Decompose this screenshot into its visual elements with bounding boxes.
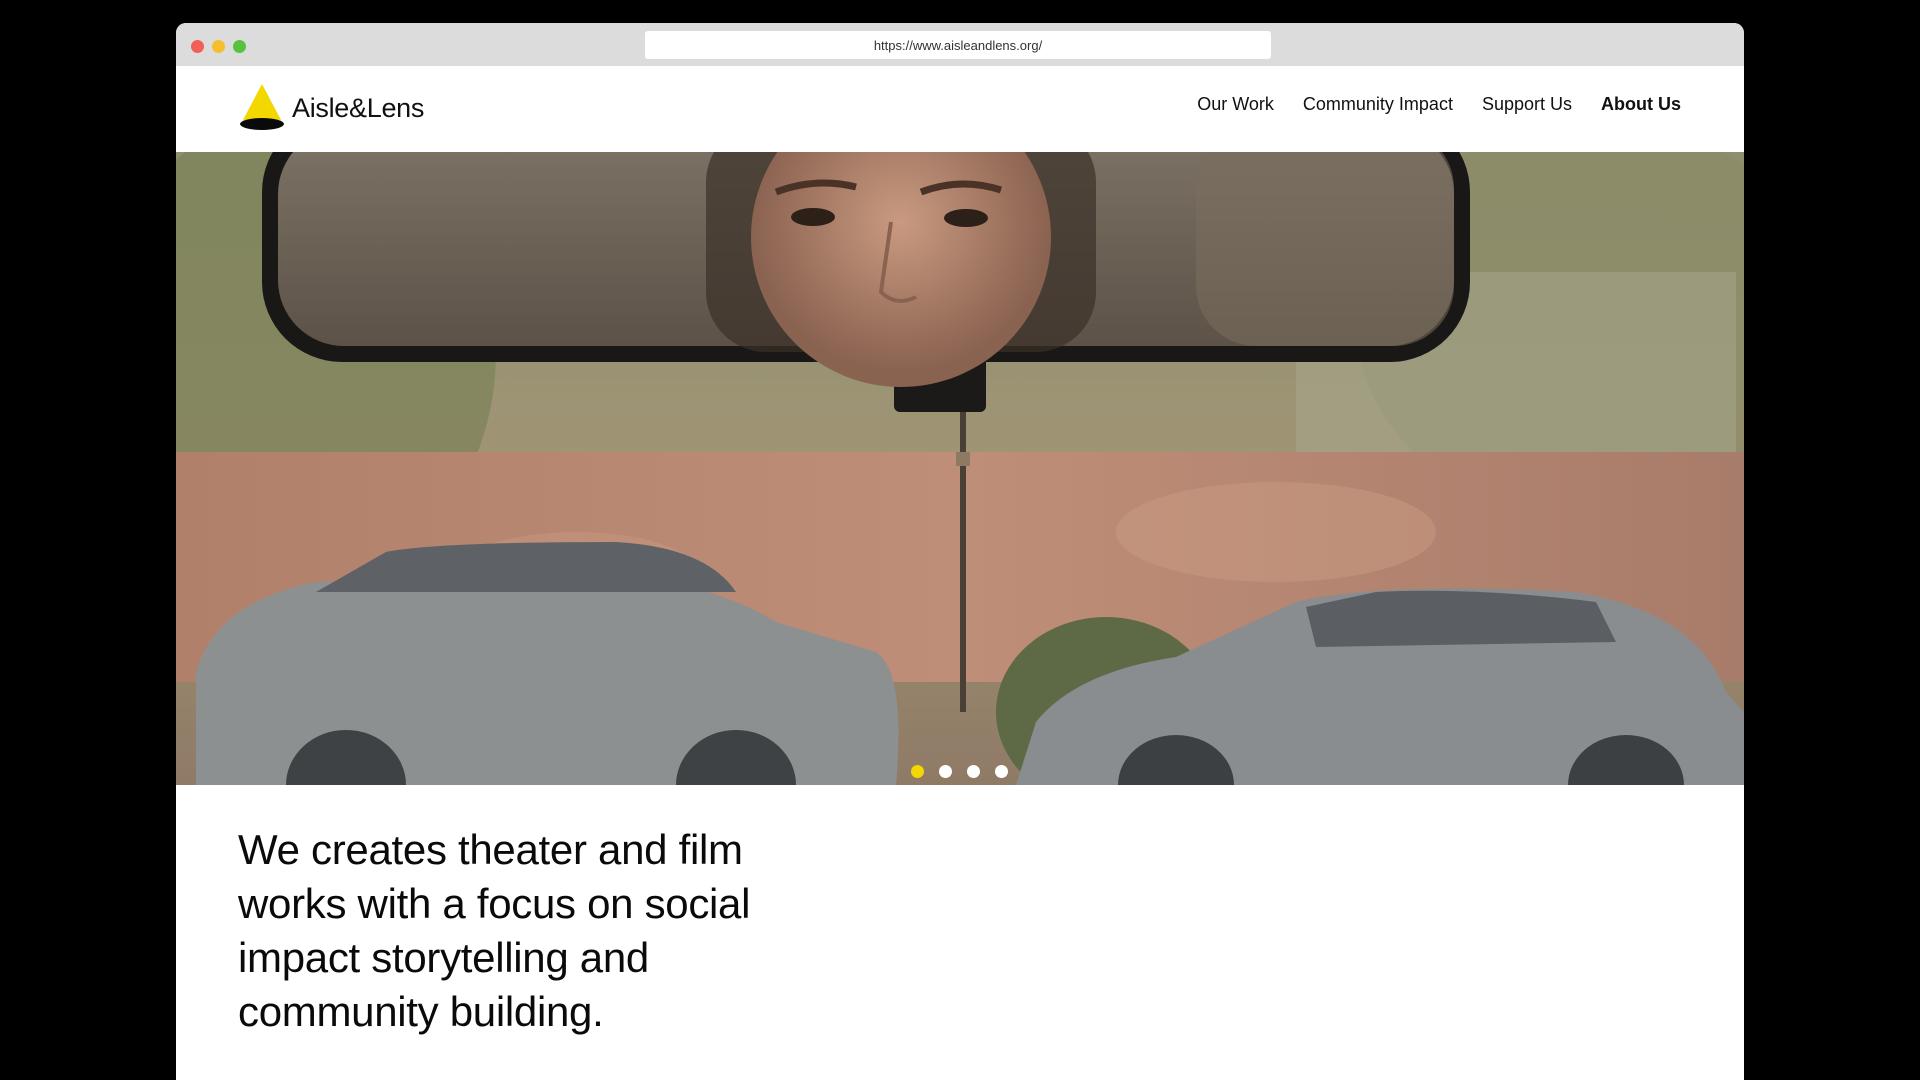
hero-image xyxy=(176,152,1744,785)
carousel-dot-4[interactable] xyxy=(995,765,1008,778)
browser-window: https://www.aisleandlens.org/ Aisle&Lens… xyxy=(176,23,1744,1080)
main-nav: Our Work Community Impact Support Us Abo… xyxy=(1197,94,1681,115)
site-logo[interactable]: Aisle&Lens xyxy=(238,82,424,134)
minimize-window-button[interactable] xyxy=(212,40,225,53)
logo-text: Aisle&Lens xyxy=(292,92,425,123)
carousel-dot-2[interactable] xyxy=(939,765,952,778)
browser-chrome: https://www.aisleandlens.org/ xyxy=(176,23,1744,66)
nav-item-our-work[interactable]: Our Work xyxy=(1197,94,1274,115)
logo-cone-icon xyxy=(240,84,284,130)
hero-carousel[interactable] xyxy=(176,152,1744,785)
intro-headline: We creates theater and film works with a… xyxy=(238,826,751,1035)
carousel-dot-3[interactable] xyxy=(967,765,980,778)
nav-item-support-us[interactable]: Support Us xyxy=(1482,94,1572,115)
carousel-dot-1[interactable] xyxy=(911,765,924,778)
nav-item-about-us[interactable]: About Us xyxy=(1601,94,1681,115)
nav-item-community-impact[interactable]: Community Impact xyxy=(1303,94,1453,115)
carousel-indicators xyxy=(911,765,1008,779)
address-bar[interactable]: https://www.aisleandlens.org/ xyxy=(645,31,1271,59)
maximize-window-button[interactable] xyxy=(233,40,246,53)
close-window-button[interactable] xyxy=(191,40,204,53)
url-text: https://www.aisleandlens.org/ xyxy=(873,37,1043,53)
